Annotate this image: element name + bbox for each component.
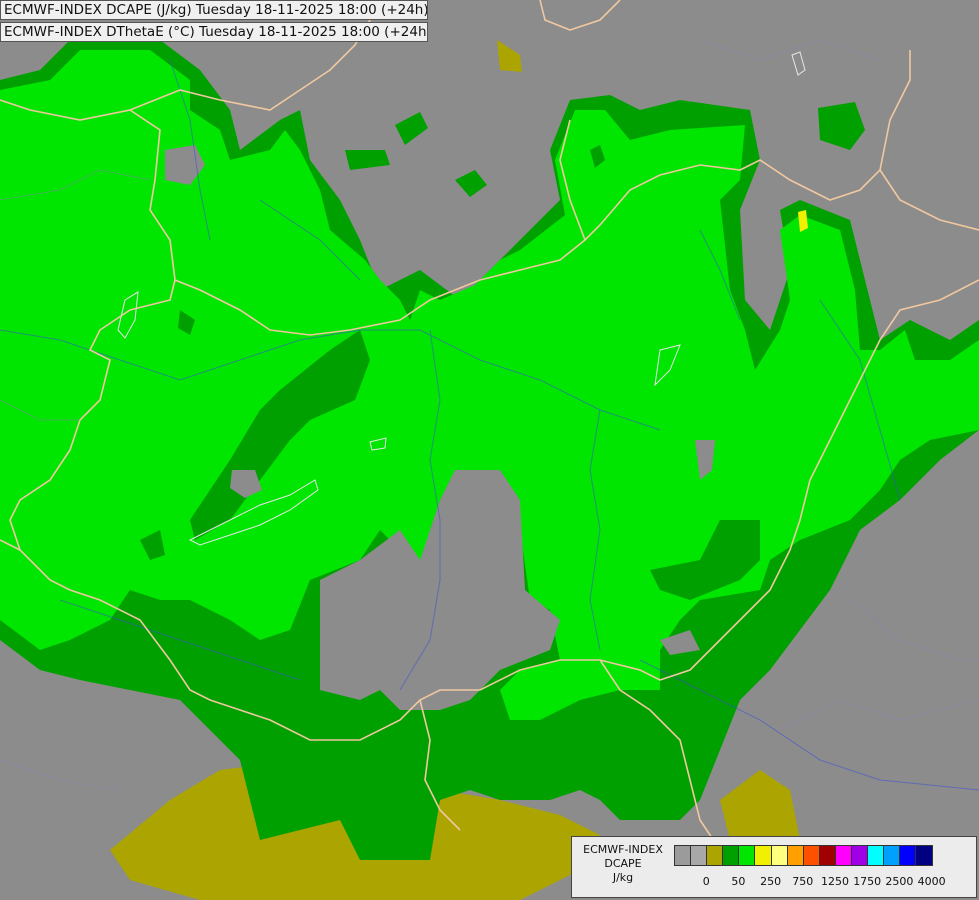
- legend-variable: DCAPE: [604, 857, 642, 870]
- legend-tick-label: 0: [702, 875, 710, 888]
- legend-swatch: [787, 845, 804, 866]
- legend-swatch: [916, 845, 933, 866]
- legend-swatch: [771, 845, 788, 866]
- legend-tick-label: 50: [731, 875, 746, 888]
- dcape-map: [0, 0, 979, 900]
- legend-tick-label: 1250: [821, 875, 849, 888]
- legend-swatches: [674, 845, 933, 866]
- map-title-dthetae: ECMWF-INDEX DThetaE (°C) Tuesday 18-11-2…: [0, 22, 428, 42]
- legend-swatch: [852, 845, 869, 866]
- legend-ticks: 0 50 250 750 1250 1750 2500 4000: [572, 875, 978, 891]
- legend-swatch: [755, 845, 772, 866]
- legend-swatch: [884, 845, 901, 866]
- legend-swatch: [803, 845, 820, 866]
- legend-source: ECMWF-INDEX: [583, 843, 663, 856]
- legend-tick-label: 1750: [853, 875, 882, 888]
- legend-tick-label: 2500: [885, 875, 914, 888]
- legend-swatch: [723, 845, 740, 866]
- legend-tick-label: 250: [760, 875, 782, 888]
- legend-swatch: [739, 845, 756, 866]
- legend-swatch: [835, 845, 853, 866]
- legend-swatch: [675, 845, 692, 866]
- legend-tick-label: 4000: [917, 875, 946, 888]
- legend-swatch: [691, 845, 708, 866]
- legend-swatch: [900, 845, 917, 866]
- legend-swatch: [868, 845, 885, 866]
- legend-swatch: [819, 845, 836, 866]
- legend-swatch: [707, 845, 724, 866]
- color-legend: ECMWF-INDEX DCAPE J/kg 0 50 250 750 1250 1750…: [571, 836, 977, 898]
- map-title-dcape: ECMWF-INDEX DCAPE (J/kg) Tuesday 18-11-2…: [0, 0, 428, 20]
- legend-tick-label: 750: [792, 875, 814, 888]
